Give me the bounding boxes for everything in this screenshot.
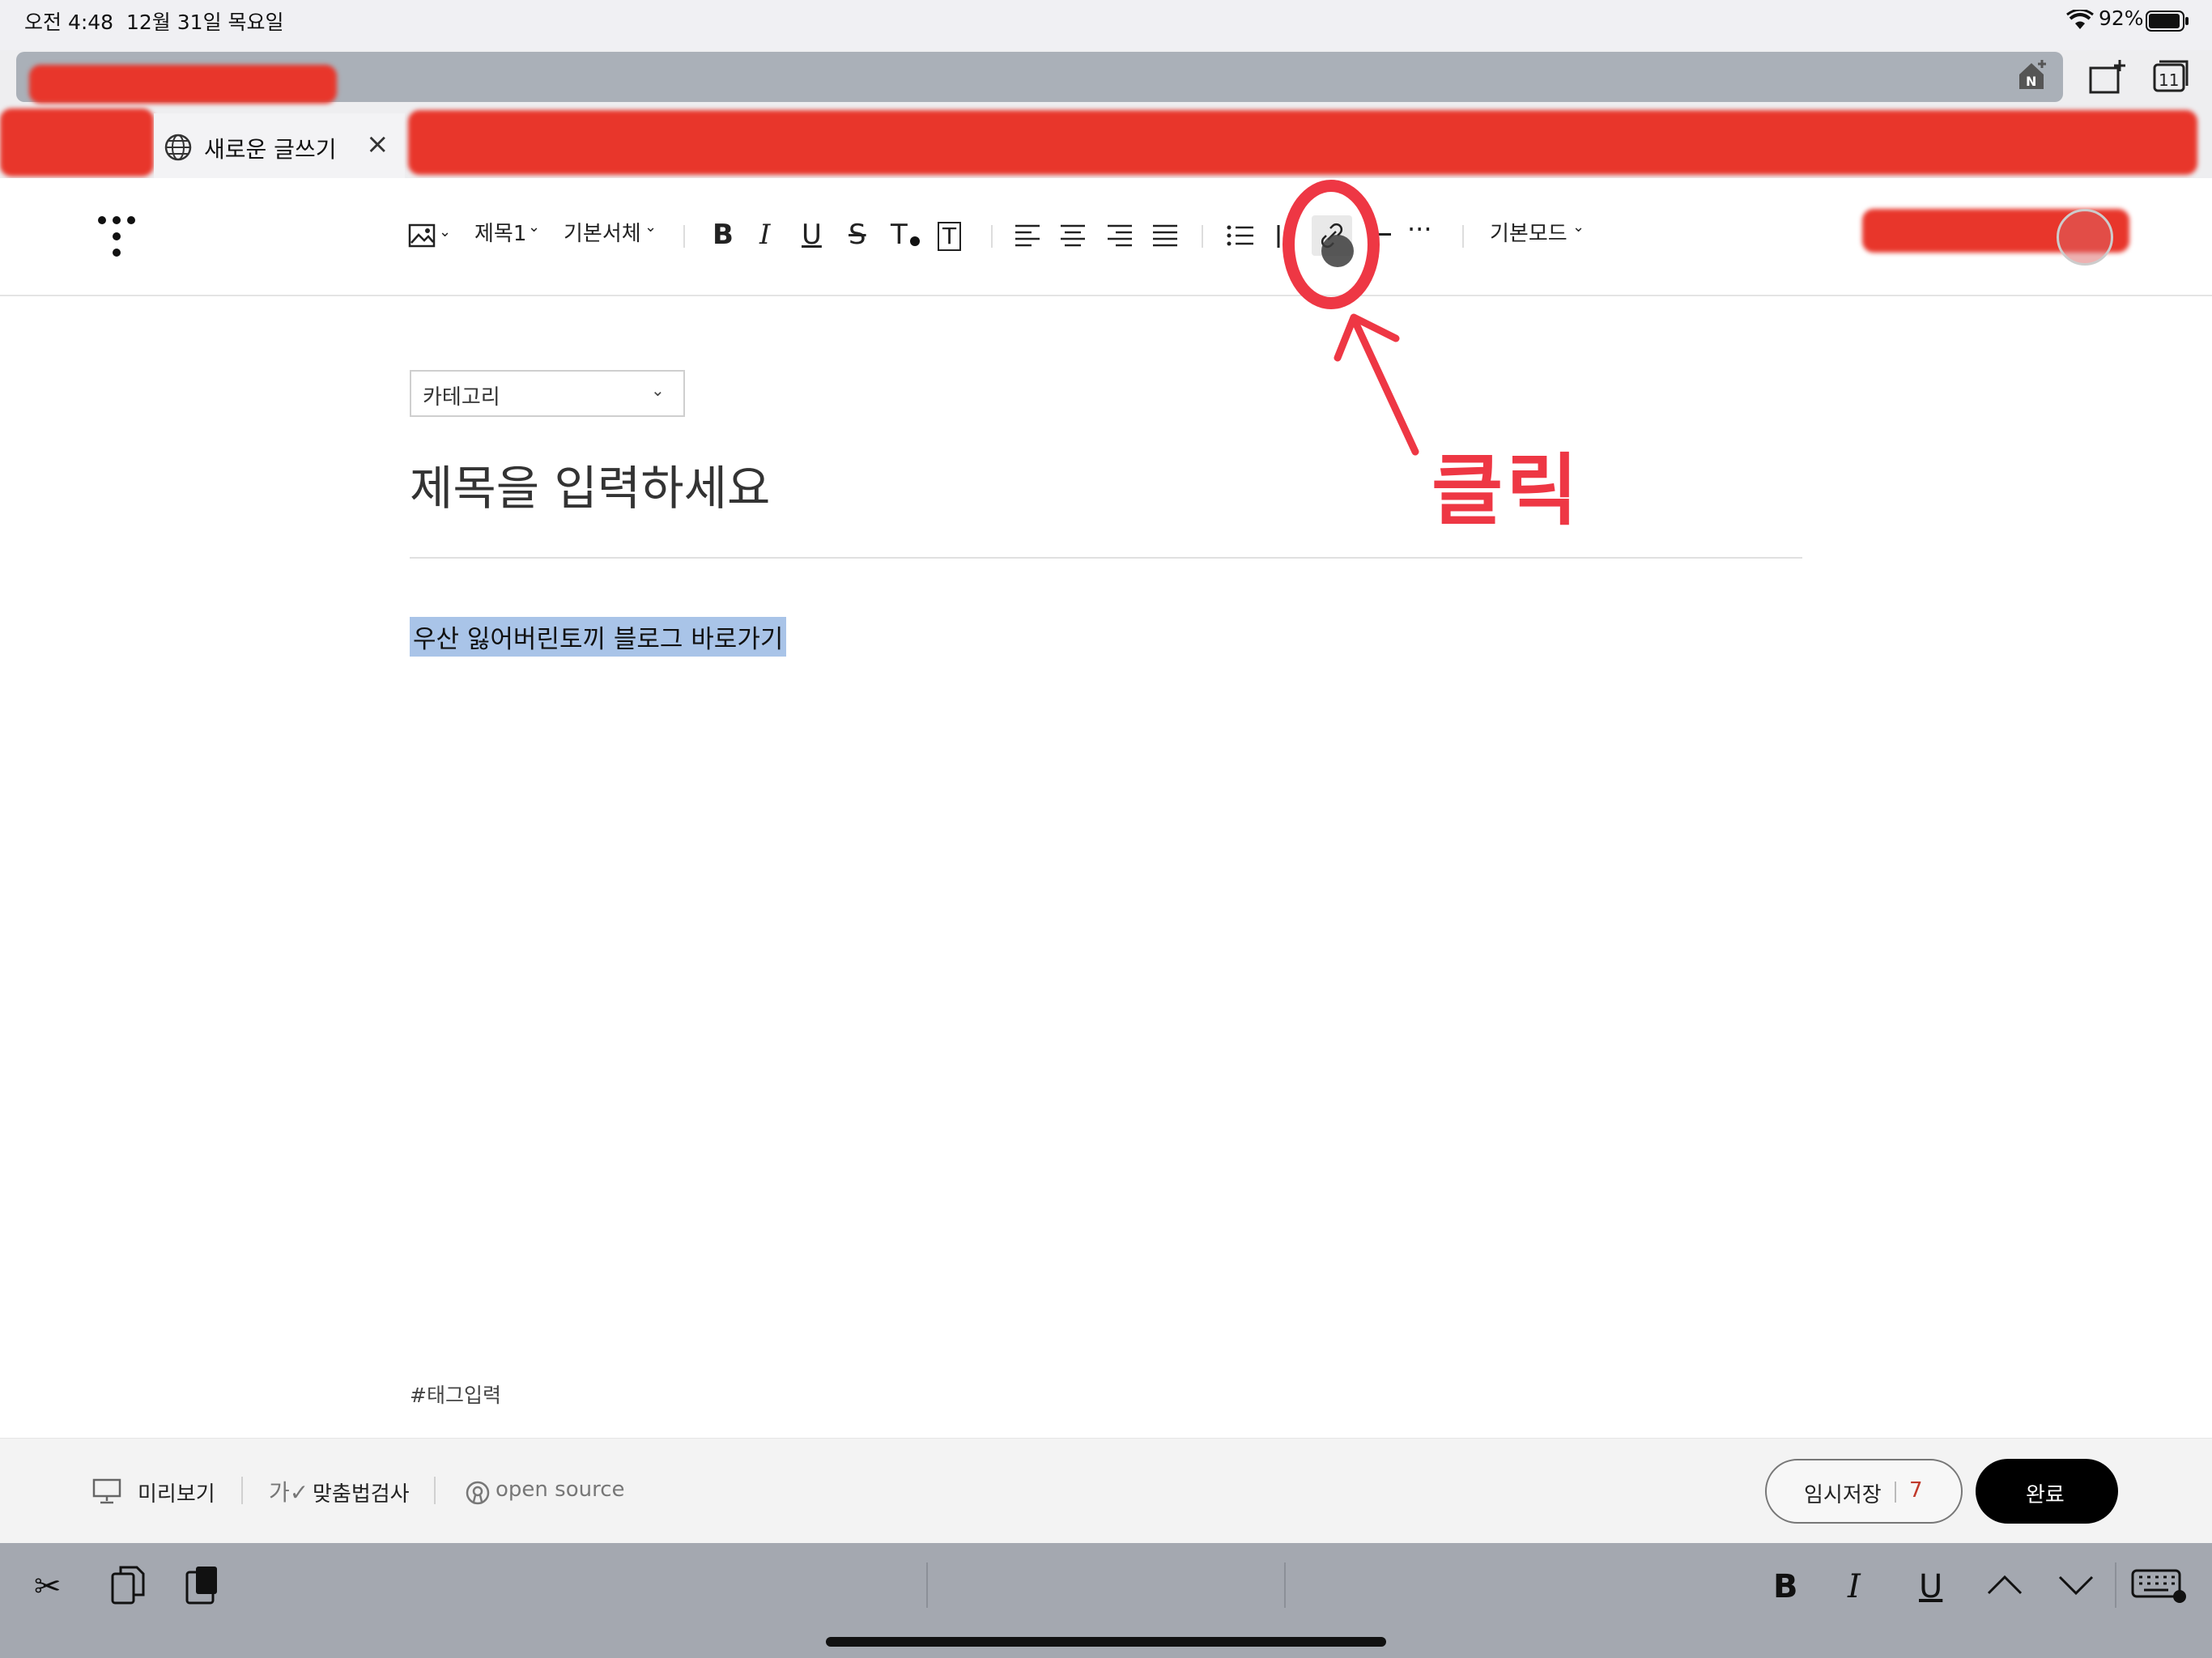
italic-button[interactable]: I <box>759 215 770 254</box>
text-background-button[interactable]: T <box>938 222 962 251</box>
keyboard-italic-button[interactable]: I <box>1848 1562 1861 1611</box>
title-input[interactable]: 제목을 입력하세요 <box>410 450 770 518</box>
chevron-up-icon[interactable] <box>1985 1574 2024 1596</box>
heading-style-dropdown[interactable]: 제목1 <box>474 217 526 247</box>
add-to-home-icon[interactable]: N <box>2014 57 2052 94</box>
tistory-logo-icon[interactable] <box>96 215 138 257</box>
footer-divider <box>241 1477 243 1504</box>
wifi-icon <box>2066 8 2094 31</box>
align-left-icon[interactable] <box>1014 223 1041 248</box>
toolbar-divider <box>1202 225 1203 248</box>
keyboard-dismiss-icon[interactable] <box>2131 1567 2188 1605</box>
svg-text:N: N <box>2026 74 2036 89</box>
align-right-icon[interactable] <box>1106 223 1134 248</box>
annotation-circle <box>1283 180 1380 309</box>
redacted-tab[interactable] <box>0 108 154 176</box>
open-source-link[interactable]: open source <box>496 1477 625 1502</box>
more-options-button[interactable]: ··· <box>1407 214 1432 244</box>
strikethrough-button[interactable]: S <box>849 215 866 254</box>
battery-percent: 92% <box>2099 6 2144 30</box>
status-bar <box>0 0 2212 50</box>
category-label: 카테고리 <box>423 385 500 410</box>
tag-input[interactable]: #태그입력 <box>410 1380 501 1409</box>
redacted-tab[interactable] <box>408 110 2197 175</box>
done-label: 완료 <box>2026 1483 2065 1507</box>
redacted-url <box>29 65 337 104</box>
copy-icon[interactable] <box>110 1564 146 1606</box>
tab-close-icon[interactable]: × <box>366 128 389 160</box>
chevron-down-icon: ⌄ <box>644 219 657 236</box>
align-justify-icon[interactable] <box>1151 223 1179 248</box>
align-center-icon[interactable] <box>1059 223 1087 248</box>
open-source-icon <box>465 1480 491 1506</box>
battery-icon <box>2146 10 2189 32</box>
status-time: 오전 4:48 <box>24 11 114 34</box>
preview-button[interactable]: 미리보기 <box>138 1477 215 1507</box>
selected-body-text[interactable]: 우산 잃어버린토끼 블로그 바로가기 <box>410 617 787 657</box>
underline-button[interactable]: U <box>802 215 822 254</box>
tab-title: 새로운 글쓰기 <box>204 136 337 163</box>
spellcheck-button[interactable]: 맞춤법검사 <box>313 1477 410 1507</box>
home-indicator <box>826 1637 1386 1647</box>
text-color-dot-icon <box>910 236 920 246</box>
cut-icon[interactable]: ✂ <box>34 1562 62 1611</box>
tab-overview-icon[interactable]: 11 <box>2152 60 2189 94</box>
monitor-icon <box>92 1478 121 1504</box>
editor-mode-dropdown[interactable]: 기본모드 <box>1490 217 1568 247</box>
title-divider <box>410 557 1802 559</box>
toolbar-divider <box>991 225 993 248</box>
bullet-list-icon[interactable] <box>1226 223 1255 248</box>
annotation-label: 클릭 <box>1431 445 1581 536</box>
status-date: 12월 31일 목요일 <box>126 11 284 34</box>
draft-count-badge: 7 <box>1909 1478 1923 1503</box>
text-color-button[interactable]: T <box>891 215 908 254</box>
chevron-down-icon[interactable] <box>2057 1574 2095 1596</box>
keyboard-bar-divider <box>2115 1562 2116 1608</box>
chevron-down-icon: ⌄ <box>1572 219 1585 236</box>
footer-divider <box>434 1477 436 1504</box>
avatar[interactable] <box>2057 209 2113 266</box>
toolbar-divider <box>683 225 685 248</box>
bold-button[interactable]: B <box>713 215 734 254</box>
keyboard-bar-divider <box>1284 1562 1286 1608</box>
keyboard-underline-button[interactable]: U <box>1919 1562 1942 1611</box>
keyboard-bold-button[interactable]: B <box>1773 1562 1798 1611</box>
toolbar-divider <box>1462 225 1464 248</box>
chevron-down-icon: ⌄ <box>528 219 541 236</box>
svg-text:11: 11 <box>2159 70 2179 90</box>
chevron-down-icon: ⌄ <box>439 223 452 240</box>
save-draft-divider <box>1895 1482 1896 1503</box>
keyboard-bar-divider <box>926 1562 928 1608</box>
image-icon[interactable] <box>408 222 436 249</box>
annotation-arrow <box>1328 300 1425 465</box>
paste-icon[interactable] <box>185 1564 220 1606</box>
spellcheck-icon: 가✓ <box>269 1479 309 1506</box>
new-tab-icon[interactable] <box>2087 58 2128 96</box>
save-draft-label: 임시저장 <box>1804 1483 1882 1507</box>
globe-icon <box>164 133 193 162</box>
font-family-dropdown[interactable]: 기본서체 <box>564 217 641 247</box>
chevron-down-icon: ⌄ <box>651 380 665 400</box>
